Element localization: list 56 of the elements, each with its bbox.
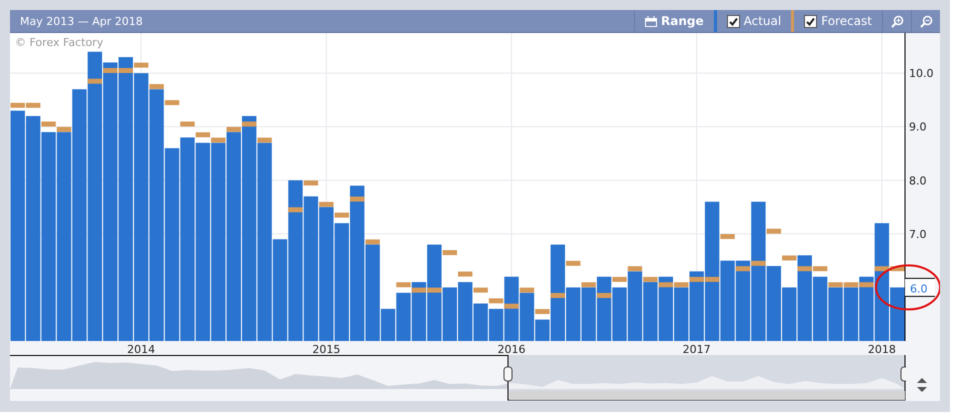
forecast-marker — [612, 276, 627, 282]
x-axis-label: 2014 — [127, 343, 156, 355]
toggle-label: Actual — [744, 14, 782, 28]
x-axis-label: 2015 — [312, 343, 340, 355]
forecast-marker — [88, 78, 102, 84]
calendar-icon — [645, 16, 658, 26]
actual-bar — [658, 276, 674, 341]
x-axis-label: 2016 — [498, 343, 526, 355]
forecast-marker — [520, 288, 534, 293]
forecast-marker — [288, 207, 303, 212]
checkbox[interactable] — [804, 14, 818, 28]
actual-bar — [612, 287, 627, 341]
actual-bar — [828, 287, 843, 341]
forecast-marker — [720, 234, 735, 240]
forecast-marker — [304, 180, 318, 186]
forecast-marker — [334, 212, 349, 218]
forecast-marker — [257, 138, 272, 143]
series-toggle[interactable]: Forecast — [794, 10, 882, 32]
scroll-arrows-icon[interactable] — [916, 377, 928, 393]
actual-bar — [812, 276, 828, 341]
y-axis-label: 7.0 — [909, 228, 926, 241]
actual-bar — [581, 287, 596, 341]
zoom-in-icon[interactable] — [890, 14, 904, 28]
actual-bar — [674, 287, 688, 341]
forecast-marker — [365, 239, 380, 244]
forecast-marker — [628, 266, 642, 272]
x-axis-label: 2018 — [868, 343, 896, 355]
forecast-marker — [535, 309, 550, 314]
forecast-marker — [442, 250, 457, 256]
forecast-marker — [149, 84, 164, 90]
forecast-marker — [164, 100, 180, 106]
forecast-marker — [319, 202, 334, 207]
forecast-marker — [180, 122, 195, 127]
actual-bar — [643, 282, 658, 341]
forecast-marker — [473, 288, 488, 293]
forecast-marker — [566, 260, 580, 266]
forecast-marker — [350, 196, 364, 202]
forecast-marker — [766, 228, 782, 234]
forecast-marker — [581, 282, 596, 288]
forecast-marker — [550, 292, 566, 298]
zoom-out-icon[interactable] — [920, 14, 932, 28]
current-value-label: 6.0 — [910, 282, 928, 296]
forecast-marker — [596, 292, 612, 298]
y-axis-label: 10.0 — [909, 67, 934, 80]
y-axis-label: 9.0 — [909, 120, 926, 134]
x-axis-label: 2017 — [682, 343, 711, 355]
forecast-marker — [782, 255, 796, 260]
forecast-marker — [458, 272, 472, 277]
actual-bar — [844, 287, 858, 341]
toggle-label: Forecast — [821, 14, 872, 28]
date-range-title: May 2013 — Apr 2018 — [19, 14, 144, 30]
credit-text: © Forex Factory — [15, 36, 104, 49]
actual-bar — [628, 271, 642, 341]
checkbox[interactable] — [726, 14, 740, 28]
series-toggle[interactable]: Actual — [716, 10, 792, 32]
y-axis-label: 8.0 — [909, 174, 926, 188]
